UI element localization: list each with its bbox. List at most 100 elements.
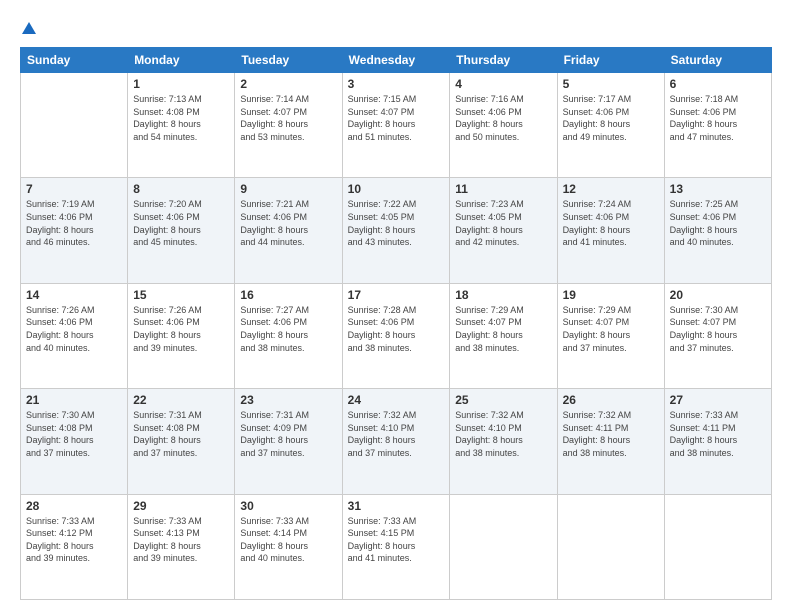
calendar-cell (21, 73, 128, 178)
day-number: 5 (563, 77, 659, 91)
calendar-cell: 15 Sunrise: 7:26 AM Sunset: 4:06 PM Dayli… (128, 283, 235, 388)
day-detail: Sunrise: 7:19 AM Sunset: 4:06 PM Dayligh… (26, 198, 122, 248)
calendar-cell: 25 Sunrise: 7:32 AM Sunset: 4:10 PM Dayli… (450, 389, 557, 494)
day-number: 29 (133, 499, 229, 513)
day-number: 10 (348, 182, 445, 196)
calendar-cell: 7 Sunrise: 7:19 AM Sunset: 4:06 PM Daylig… (21, 178, 128, 283)
calendar-cell: 27 Sunrise: 7:33 AM Sunset: 4:11 PM Dayli… (664, 389, 771, 494)
week-row-2: 7 Sunrise: 7:19 AM Sunset: 4:06 PM Daylig… (21, 178, 772, 283)
week-row-5: 28Sunrise: 7:33 AM Sunset: 4:12 PM Dayli… (21, 494, 772, 599)
calendar-cell: 31 Sunrise: 7:33 AM Sunset: 4:15 PM Dayli… (342, 494, 450, 599)
day-detail: Sunrise: 7:33 AM Sunset: 4:12 PM Dayligh… (26, 515, 122, 565)
calendar-cell (557, 494, 664, 599)
calendar-cell: 5 Sunrise: 7:17 AM Sunset: 4:06 PM Daylig… (557, 73, 664, 178)
day-number: 18 (455, 288, 551, 302)
day-detail: Sunrise: 7:31 AM Sunset: 4:09 PM Dayligh… (240, 409, 336, 459)
day-number: 26 (563, 393, 659, 407)
calendar-cell: 13 Sunrise: 7:25 AM Sunset: 4:06 PM Dayli… (664, 178, 771, 283)
day-detail: Sunrise: 7:30 AM Sunset: 4:08 PM Dayligh… (26, 409, 122, 459)
day-detail: Sunrise: 7:15 AM Sunset: 4:07 PM Dayligh… (348, 93, 445, 143)
day-detail: Sunrise: 7:33 AM Sunset: 4:15 PM Dayligh… (348, 515, 445, 565)
weekday-header-row: SundayMondayTuesdayWednesdayThursdayFrid… (21, 48, 772, 73)
day-number: 14 (26, 288, 122, 302)
day-number: 3 (348, 77, 445, 91)
week-row-1: 1Sunrise: 7:13 AM Sunset: 4:08 PM Daylig… (21, 73, 772, 178)
calendar-cell: 22Sunrise: 7:31 AM Sunset: 4:08 PM Dayli… (128, 389, 235, 494)
day-number: 27 (670, 393, 766, 407)
day-detail: Sunrise: 7:17 AM Sunset: 4:06 PM Dayligh… (563, 93, 659, 143)
calendar-cell: 4 Sunrise: 7:16 AM Sunset: 4:06 PM Daylig… (450, 73, 557, 178)
week-row-3: 14 Sunrise: 7:26 AM Sunset: 4:06 PM Dayli… (21, 283, 772, 388)
day-number: 20 (670, 288, 766, 302)
day-detail: Sunrise: 7:28 AM Sunset: 4:06 PM Dayligh… (348, 304, 445, 354)
day-detail: Sunrise: 7:33 AM Sunset: 4:14 PM Dayligh… (240, 515, 336, 565)
calendar-cell (450, 494, 557, 599)
day-detail: Sunrise: 7:22 AM Sunset: 4:05 PM Dayligh… (348, 198, 445, 248)
day-number: 8 (133, 182, 229, 196)
day-number: 15 (133, 288, 229, 302)
calendar-cell (664, 494, 771, 599)
day-number: 11 (455, 182, 551, 196)
day-number: 7 (26, 182, 122, 196)
day-detail: Sunrise: 7:18 AM Sunset: 4:06 PM Dayligh… (670, 93, 766, 143)
day-detail: Sunrise: 7:20 AM Sunset: 4:06 PM Dayligh… (133, 198, 229, 248)
day-number: 25 (455, 393, 551, 407)
day-detail: Sunrise: 7:14 AM Sunset: 4:07 PM Dayligh… (240, 93, 336, 143)
calendar-cell: 19Sunrise: 7:29 AM Sunset: 4:07 PM Dayli… (557, 283, 664, 388)
day-number: 16 (240, 288, 336, 302)
day-number: 23 (240, 393, 336, 407)
day-detail: Sunrise: 7:32 AM Sunset: 4:10 PM Dayligh… (455, 409, 551, 459)
header (20, 18, 772, 37)
weekday-header-sunday: Sunday (21, 48, 128, 73)
calendar-cell: 10 Sunrise: 7:22 AM Sunset: 4:05 PM Dayli… (342, 178, 450, 283)
calendar-cell: 29 Sunrise: 7:33 AM Sunset: 4:13 PM Dayli… (128, 494, 235, 599)
day-number: 24 (348, 393, 445, 407)
day-detail: Sunrise: 7:30 AM Sunset: 4:07 PM Dayligh… (670, 304, 766, 354)
day-number: 13 (670, 182, 766, 196)
day-detail: Sunrise: 7:33 AM Sunset: 4:13 PM Dayligh… (133, 515, 229, 565)
day-detail: Sunrise: 7:33 AM Sunset: 4:11 PM Dayligh… (670, 409, 766, 459)
calendar-cell: 11Sunrise: 7:23 AM Sunset: 4:05 PM Dayli… (450, 178, 557, 283)
day-number: 30 (240, 499, 336, 513)
weekday-header-wednesday: Wednesday (342, 48, 450, 73)
calendar-cell: 28Sunrise: 7:33 AM Sunset: 4:12 PM Dayli… (21, 494, 128, 599)
day-detail: Sunrise: 7:29 AM Sunset: 4:07 PM Dayligh… (455, 304, 551, 354)
day-number: 1 (133, 77, 229, 91)
calendar-cell: 20 Sunrise: 7:30 AM Sunset: 4:07 PM Dayli… (664, 283, 771, 388)
calendar-cell: 9 Sunrise: 7:21 AM Sunset: 4:06 PM Daylig… (235, 178, 342, 283)
calendar-cell: 18 Sunrise: 7:29 AM Sunset: 4:07 PM Dayli… (450, 283, 557, 388)
calendar-cell: 6Sunrise: 7:18 AM Sunset: 4:06 PM Daylig… (664, 73, 771, 178)
calendar-cell: 21 Sunrise: 7:30 AM Sunset: 4:08 PM Dayli… (21, 389, 128, 494)
day-detail: Sunrise: 7:26 AM Sunset: 4:06 PM Dayligh… (26, 304, 122, 354)
day-number: 22 (133, 393, 229, 407)
weekday-header-monday: Monday (128, 48, 235, 73)
day-detail: Sunrise: 7:16 AM Sunset: 4:06 PM Dayligh… (455, 93, 551, 143)
day-number: 17 (348, 288, 445, 302)
day-detail: Sunrise: 7:21 AM Sunset: 4:06 PM Dayligh… (240, 198, 336, 248)
day-number: 9 (240, 182, 336, 196)
calendar-cell: 24 Sunrise: 7:32 AM Sunset: 4:10 PM Dayli… (342, 389, 450, 494)
day-number: 4 (455, 77, 551, 91)
calendar-cell: 17 Sunrise: 7:28 AM Sunset: 4:06 PM Dayli… (342, 283, 450, 388)
calendar-cell: 23 Sunrise: 7:31 AM Sunset: 4:09 PM Dayli… (235, 389, 342, 494)
day-number: 31 (348, 499, 445, 513)
calendar-cell: 1Sunrise: 7:13 AM Sunset: 4:08 PM Daylig… (128, 73, 235, 178)
day-number: 2 (240, 77, 336, 91)
day-detail: Sunrise: 7:32 AM Sunset: 4:11 PM Dayligh… (563, 409, 659, 459)
day-detail: Sunrise: 7:26 AM Sunset: 4:06 PM Dayligh… (133, 304, 229, 354)
calendar-cell: 26 Sunrise: 7:32 AM Sunset: 4:11 PM Dayli… (557, 389, 664, 494)
day-detail: Sunrise: 7:25 AM Sunset: 4:06 PM Dayligh… (670, 198, 766, 248)
day-detail: Sunrise: 7:24 AM Sunset: 4:06 PM Dayligh… (563, 198, 659, 248)
day-detail: Sunrise: 7:32 AM Sunset: 4:10 PM Dayligh… (348, 409, 445, 459)
logo (20, 18, 38, 37)
calendar-cell: 30 Sunrise: 7:33 AM Sunset: 4:14 PM Dayli… (235, 494, 342, 599)
day-number: 21 (26, 393, 122, 407)
weekday-header-thursday: Thursday (450, 48, 557, 73)
calendar-cell: 16 Sunrise: 7:27 AM Sunset: 4:06 PM Dayli… (235, 283, 342, 388)
calendar-table: SundayMondayTuesdayWednesdayThursdayFrid… (20, 47, 772, 600)
calendar-cell: 12Sunrise: 7:24 AM Sunset: 4:06 PM Dayli… (557, 178, 664, 283)
calendar-cell: 2 Sunrise: 7:14 AM Sunset: 4:07 PM Daylig… (235, 73, 342, 178)
weekday-header-friday: Friday (557, 48, 664, 73)
day-detail: Sunrise: 7:29 AM Sunset: 4:07 PM Dayligh… (563, 304, 659, 354)
day-detail: Sunrise: 7:27 AM Sunset: 4:06 PM Dayligh… (240, 304, 336, 354)
